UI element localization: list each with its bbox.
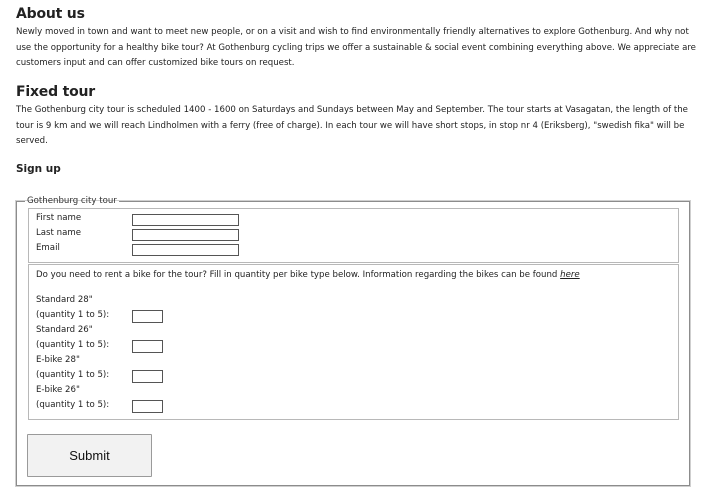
bike-question-text: Do you need to rent a bike for the tour?… [36,270,561,280]
bike-type-label: Standard 28" [36,295,93,305]
about-heading: About us [16,6,85,22]
email-label: Email [36,243,60,253]
bike-type-label: E-bike 28" [36,355,80,365]
standard-26-quantity-input[interactable] [132,340,163,353]
quantity-label: (quantity 1 to 5): [36,370,110,380]
quantity-label: (quantity 1 to 5): [36,400,110,410]
bike-type-label: E-bike 26" [36,385,80,395]
e-bike-28-quantity-input[interactable] [132,370,163,383]
signup-legend: Gothenburg city tour [27,196,117,206]
fixed-tour-text: The Gothenburg city tour is scheduled 14… [16,105,688,146]
bike-type-label: Standard 26" [36,325,93,335]
e-bike-26-quantity-input[interactable] [132,400,163,413]
quantity-label: (quantity 1 to 5): [36,340,110,350]
about-text: Newly moved in town and want to meet new… [16,27,696,68]
bike-rental-box [28,264,679,420]
last-name-label: Last name [36,228,82,238]
fixed-tour-heading: Fixed tour [16,84,95,100]
standard-28-quantity-input[interactable] [132,310,163,323]
quantity-label: (quantity 1 to 5): [36,310,110,320]
first-name-label: First name [36,213,82,223]
personal-info-box [28,208,679,263]
signup-heading: Sign up [16,163,61,175]
email-input[interactable] [132,244,239,256]
first-name-input[interactable] [132,214,239,226]
last-name-input[interactable] [132,229,239,241]
bike-info-link[interactable]: here [560,270,580,280]
bike-question: Do you need to rent a bike for the tour?… [36,270,580,280]
submit-button[interactable]: Submit [27,434,152,477]
